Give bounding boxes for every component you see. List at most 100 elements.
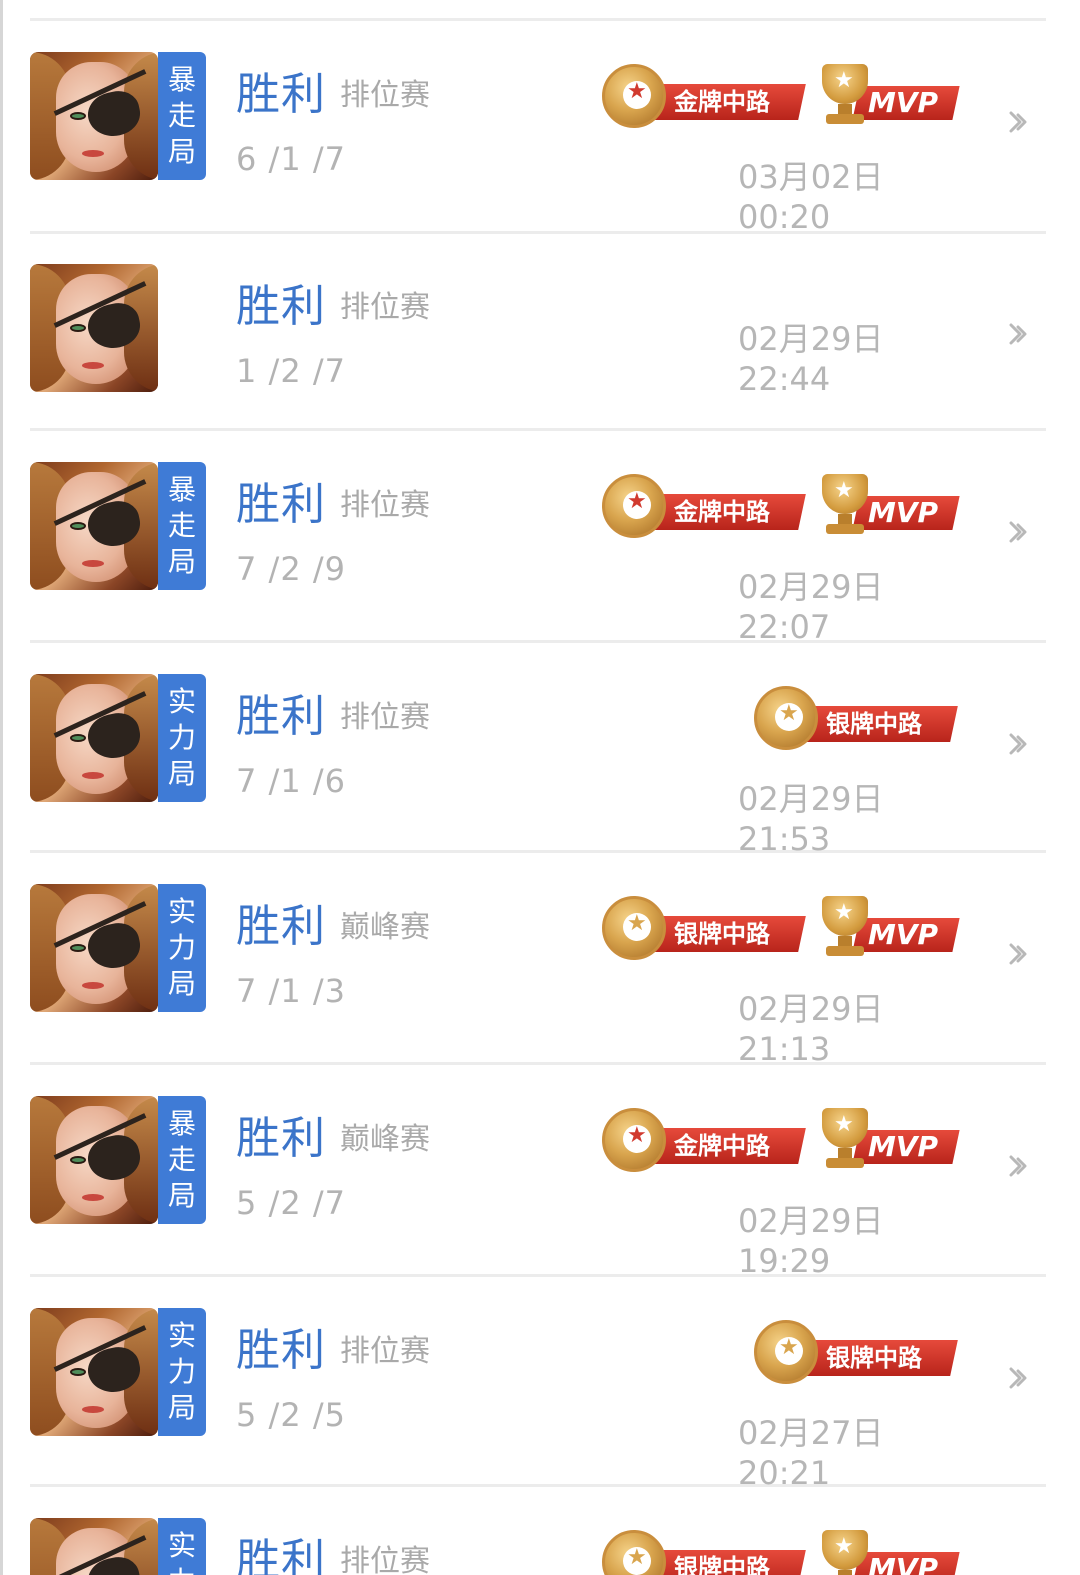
match-row[interactable]: 实力局胜利巅峰赛7 /1 /302月29日 21:13银牌中路MVP [0, 852, 1080, 1068]
medal-icon [602, 474, 666, 538]
medal-icon [754, 686, 818, 750]
match-row[interactable]: 暴走局胜利巅峰赛5 /2 /702月29日 19:29金牌中路MVP [0, 1064, 1080, 1280]
mvp-badge: MVP [816, 474, 961, 534]
match-type: 排位赛 [340, 290, 430, 325]
medal-ribbon: 银牌中路 [648, 916, 806, 952]
match-type: 排位赛 [340, 1334, 430, 1369]
hero-avatar [30, 264, 158, 392]
match-result: 胜利 [236, 1325, 326, 1376]
medal-badge: 银牌中路 [754, 686, 964, 750]
match-type: 排位赛 [340, 700, 430, 735]
mvp-badge: MVP [816, 1108, 961, 1168]
star-icon [623, 1123, 651, 1153]
mode-tag-char: 力 [167, 931, 196, 964]
chevron-right-icon[interactable] [1006, 1364, 1034, 1392]
match-type: 排位赛 [340, 78, 430, 113]
medal-ribbon: 银牌中路 [648, 1550, 806, 1575]
medal-label: 银牌中路 [674, 919, 770, 948]
medal-badge: 金牌中路 [602, 1108, 812, 1172]
match-kda: 7 /2 /9 [236, 550, 346, 588]
mode-tag-char: 暴 [167, 473, 196, 506]
mode-tag-char: 走 [167, 509, 196, 542]
trophy-base [826, 946, 864, 956]
trophy-icon [816, 1530, 874, 1575]
match-result: 胜利 [236, 479, 326, 530]
match-row[interactable]: 胜利 排位赛 1 /2 /7 02月29日 22:44 [0, 232, 1080, 430]
hero-avatar [30, 1518, 158, 1575]
mode-tag-char: 实 [167, 895, 196, 928]
hero-eye [70, 324, 86, 332]
hero-avatar [30, 1096, 158, 1224]
match-type: 巅峰赛 [340, 910, 430, 945]
match-row[interactable]: 实力局胜利排位赛 银牌中路 MVP [0, 1486, 1080, 1575]
medal-ribbon: 金牌中路 [648, 494, 806, 530]
match-time: 02月29日 21:13 [738, 990, 884, 1068]
trophy-base [826, 524, 864, 534]
match-time: 02月29日 22:44 [738, 320, 884, 398]
match-mode-tag: 实力局 [158, 884, 206, 1012]
hero-eye [70, 1368, 86, 1376]
mvp-label: MVP [868, 1130, 939, 1163]
chevron-right-icon[interactable] [1006, 730, 1034, 758]
match-type: 排位赛 [340, 1544, 430, 1575]
match-mode-tag: 实力局 [158, 1308, 206, 1436]
mode-tag-char: 局 [167, 967, 196, 1000]
mode-tag-char: 局 [167, 545, 196, 578]
match-row[interactable]: 实力局胜利 排位赛 7 /1 /6 02月29日 21:53 银牌中路 [0, 642, 1080, 858]
medal-label: 银牌中路 [826, 709, 922, 738]
mode-tag-char: 力 [168, 1564, 196, 1575]
chevron-right-icon[interactable] [1006, 518, 1034, 546]
hero-eye [70, 734, 86, 742]
mvp-badge: MVP [816, 1530, 961, 1575]
medal-badge: 银牌中路 [754, 1320, 964, 1384]
star-icon [775, 701, 803, 731]
trophy-base [826, 114, 864, 124]
hero-eye [70, 944, 86, 952]
match-kda: 7 /1 /3 [236, 972, 346, 1010]
mode-tag-char: 局 [167, 1179, 196, 1212]
match-result: 胜利 [236, 281, 326, 332]
hero-lips [82, 1406, 104, 1413]
match-row[interactable]: 暴走局胜利排位赛7 /2 /902月29日 22:07金牌中路MVP [0, 430, 1080, 646]
match-row[interactable]: 暴走局胜利排位赛6 /1 /703月02日 00:20金牌中路MVP [0, 20, 1080, 236]
medal-label: 金牌中路 [674, 497, 770, 526]
hero-avatar [30, 1308, 158, 1436]
match-type: 排位赛 [340, 488, 430, 523]
hero-avatar [30, 674, 158, 802]
mode-tag-char: 力 [167, 721, 196, 754]
mvp-label: MVP [868, 86, 939, 119]
trophy-stem [838, 1570, 852, 1575]
trophy-bowl [822, 64, 868, 104]
chevron-right-icon[interactable] [1006, 320, 1034, 348]
chevron-right-icon[interactable] [1006, 940, 1034, 968]
medal-ribbon: 银牌中路 [800, 706, 958, 742]
hero-eye [70, 112, 86, 120]
medal-icon [602, 896, 666, 960]
trophy-icon [816, 896, 874, 958]
match-time: 02月27日 20:21 [738, 1414, 884, 1492]
match-row[interactable]: 实力局胜利 排位赛 5 /2 /5 02月27日 20:21 银牌中路 [0, 1276, 1080, 1492]
chevron-right-icon[interactable] [1006, 108, 1034, 136]
match-mode-tag: 暴走局 [158, 462, 206, 590]
star-icon [623, 1545, 651, 1575]
mode-tag-char: 力 [167, 1355, 196, 1388]
medal-ribbon: 银牌中路 [800, 1340, 958, 1376]
match-mode-tag: 暴走局 [158, 52, 206, 180]
hero-eye [70, 522, 86, 530]
match-result: 胜利 [236, 1535, 326, 1575]
mode-tag-char: 暴 [167, 63, 196, 96]
mode-tag-char: 局 [167, 1391, 196, 1424]
hero-avatar [30, 884, 158, 1012]
match-kda: 1 /2 /7 [236, 352, 346, 390]
match-result: 胜利 [236, 691, 326, 742]
match-mode-tag: 实力局 [158, 674, 206, 802]
trophy-bowl [822, 1108, 868, 1148]
trophy-bowl [822, 1530, 868, 1570]
mode-tag-char: 走 [167, 99, 196, 132]
trophy-base [826, 1158, 864, 1168]
match-kda: 6 /1 /7 [236, 140, 346, 178]
medal-ribbon: 金牌中路 [648, 84, 806, 120]
trophy-bowl [822, 896, 868, 936]
chevron-right-icon[interactable] [1006, 1152, 1034, 1180]
hero-eye [70, 1156, 86, 1164]
